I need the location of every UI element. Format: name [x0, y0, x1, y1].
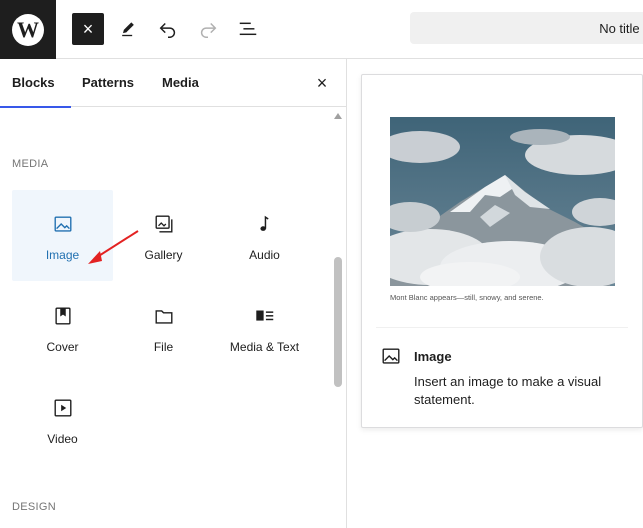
- block-media-text[interactable]: Media & Text: [214, 282, 315, 373]
- mountain-photo: [390, 117, 615, 286]
- undo-icon: [159, 22, 176, 38]
- block-label: Cover: [46, 340, 79, 354]
- editor-top-toolbar: W × No title ·: [0, 0, 643, 59]
- scroll-up-arrow-icon[interactable]: [334, 113, 342, 119]
- block-inserter-panel: Blocks Patterns Media × MEDIA Image Gall…: [0, 59, 347, 528]
- close-inserter-toggle[interactable]: ×: [72, 13, 104, 45]
- preview-image: [390, 117, 615, 286]
- scrollbar-thumb[interactable]: [334, 257, 342, 387]
- pencil-icon: [122, 22, 134, 37]
- document-title-bar[interactable]: No title ·: [410, 12, 643, 44]
- list-view-icon: [239, 22, 257, 36]
- block-label: Audio: [249, 248, 280, 262]
- tab-media[interactable]: Media: [162, 59, 199, 107]
- inserter-tabs: Blocks Patterns Media ×: [0, 59, 346, 108]
- image-caption: Mont Blanc appears—still, snowy, and ser…: [390, 293, 544, 302]
- block-label: Gallery: [144, 248, 183, 262]
- block-audio[interactable]: Audio: [214, 190, 315, 281]
- block-preview-popover: Mont Blanc appears—still, snowy, and ser…: [361, 74, 643, 428]
- tab-blocks[interactable]: Blocks: [0, 59, 71, 108]
- redo-icon: [200, 22, 217, 38]
- block-video[interactable]: Video: [12, 374, 113, 465]
- undo-button[interactable]: [152, 13, 184, 45]
- wordpress-icon: W: [12, 13, 44, 46]
- block-file[interactable]: File: [113, 282, 214, 373]
- section-title-media: MEDIA: [12, 158, 49, 170]
- close-icon: ×: [82, 18, 94, 39]
- section-title-design: DESIGN: [12, 501, 56, 513]
- image-icon: [380, 345, 404, 369]
- tools-button[interactable]: [112, 13, 144, 45]
- preview-divider: [376, 327, 628, 328]
- gallery-icon: [152, 212, 176, 236]
- document-title: No title: [599, 20, 640, 36]
- preview-block-description: Insert an image to make a visual stateme…: [414, 374, 602, 407]
- block-label: Image: [45, 248, 80, 262]
- close-panel-button[interactable]: ×: [308, 67, 336, 99]
- document-overview-button[interactable]: [232, 13, 264, 45]
- file-icon: [152, 304, 176, 328]
- image-icon: [51, 212, 75, 236]
- inserter-scrollbar[interactable]: [333, 111, 343, 528]
- block-image[interactable]: Image: [12, 190, 113, 281]
- preview-block-title: Image: [414, 349, 452, 364]
- block-label: File: [153, 340, 174, 354]
- video-icon: [51, 396, 75, 420]
- block-cover[interactable]: Cover: [12, 282, 113, 373]
- close-icon: ×: [316, 72, 328, 93]
- cover-icon: [51, 304, 75, 328]
- block-gallery[interactable]: Gallery: [113, 190, 214, 281]
- block-label: Video: [47, 432, 78, 446]
- block-label: Media & Text: [229, 340, 300, 354]
- audio-icon: [253, 212, 277, 236]
- media-text-icon: [253, 304, 277, 328]
- wordpress-logo[interactable]: W: [0, 0, 56, 59]
- redo-button[interactable]: [192, 13, 224, 45]
- tab-patterns[interactable]: Patterns: [82, 59, 134, 107]
